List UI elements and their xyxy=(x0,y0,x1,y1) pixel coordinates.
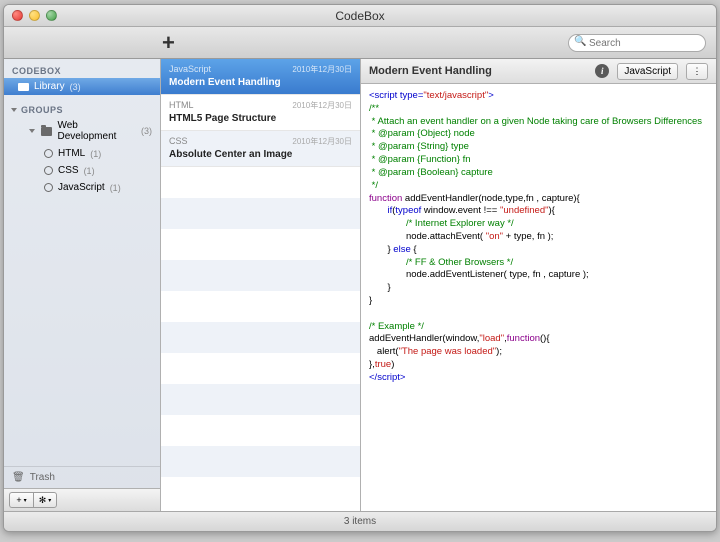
sidebar-tag-javascript[interactable]: JavaScript (1) xyxy=(4,179,160,196)
tag-count: (1) xyxy=(90,149,101,159)
info-icon[interactable]: i xyxy=(595,64,609,78)
snippet-lang: JavaScript xyxy=(169,64,211,75)
snippet-title: HTML5 Page Structure xyxy=(169,113,352,124)
tag-label: CSS xyxy=(58,165,79,176)
toolbar: + 🔍 xyxy=(4,27,716,59)
snippet-item[interactable]: JavaScript 2010年12月30日 Modern Event Handl… xyxy=(161,59,360,95)
close-button[interactable] xyxy=(12,10,23,21)
app-window: CodeBox + 🔍 CODEBOX Library (3) GROUPS xyxy=(3,4,717,532)
search-icon: 🔍 xyxy=(574,36,586,47)
language-selector[interactable]: JavaScript xyxy=(617,63,678,80)
disclosure-icon[interactable] xyxy=(29,129,35,133)
sidebar-buttons: +▾ ✻▾ xyxy=(4,488,160,511)
snippet-date: 2010年12月30日 xyxy=(292,64,352,75)
content-title: Modern Event Handling xyxy=(369,65,587,77)
sidebar: CODEBOX Library (3) GROUPS Web Developme… xyxy=(4,59,161,511)
window-title: CodeBox xyxy=(4,9,716,23)
tag-icon xyxy=(44,149,53,158)
tag-count: (1) xyxy=(110,183,121,193)
sidebar-tag-css[interactable]: CSS (1) xyxy=(4,162,160,179)
list-row xyxy=(161,291,360,322)
tag-count: (1) xyxy=(84,166,95,176)
disclosure-icon[interactable] xyxy=(11,108,17,112)
list-row xyxy=(161,415,360,446)
folder-icon xyxy=(41,127,52,136)
sidebar-group-webdev[interactable]: Web Development (3) xyxy=(4,117,160,145)
status-bar: 3 items xyxy=(4,511,716,531)
trash-label: Trash xyxy=(30,472,55,483)
sidebar-tag-html[interactable]: HTML (1) xyxy=(4,145,160,162)
list-row xyxy=(161,167,360,198)
library-label: Library xyxy=(34,81,65,92)
language-label: JavaScript xyxy=(624,66,671,77)
library-icon xyxy=(18,83,29,91)
sidebar-main: CODEBOX Library (3) GROUPS Web Developme… xyxy=(4,59,160,466)
search-field: 🔍 xyxy=(568,33,706,53)
item-count: 3 items xyxy=(344,516,376,527)
snippet-title: Modern Event Handling xyxy=(169,77,352,88)
sidebar-item-trash[interactable]: 🗑 Trash xyxy=(4,466,160,488)
tag-icon xyxy=(44,183,53,192)
sidebar-header-groups: GROUPS xyxy=(4,101,160,117)
code-editor[interactable]: <script type="text/javascript"> /** * At… xyxy=(361,84,716,511)
snippet-title: Absolute Center an Image xyxy=(169,149,352,160)
group-label: Web Development xyxy=(57,120,136,142)
group-count: (3) xyxy=(141,126,152,136)
snippet-item[interactable]: CSS 2010年12月30日 Absolute Center an Image xyxy=(161,131,360,167)
snippet-list: JavaScript 2010年12月30日 Modern Event Handl… xyxy=(161,59,361,511)
trash-icon: 🗑 xyxy=(12,472,25,483)
sidebar-add-button[interactable]: +▾ xyxy=(9,492,33,508)
tag-label: HTML xyxy=(58,148,85,159)
sidebar-item-library[interactable]: Library (3) xyxy=(4,78,160,95)
content-pane: Modern Event Handling i JavaScript ⋮ <sc… xyxy=(361,59,716,511)
list-row xyxy=(161,229,360,260)
traffic-lights xyxy=(12,10,57,21)
list-row xyxy=(161,446,360,477)
sidebar-gear-button[interactable]: ✻▾ xyxy=(33,492,57,508)
list-row xyxy=(161,198,360,229)
list-row xyxy=(161,384,360,415)
zoom-button[interactable] xyxy=(46,10,57,21)
search-input[interactable] xyxy=(568,34,706,52)
content-header: Modern Event Handling i JavaScript ⋮ xyxy=(361,59,716,84)
list-row xyxy=(161,260,360,291)
add-button[interactable]: + xyxy=(162,32,175,54)
list-row xyxy=(161,353,360,384)
minimize-button[interactable] xyxy=(29,10,40,21)
tag-label: JavaScript xyxy=(58,182,105,193)
snippet-item[interactable]: HTML 2010年12月30日 HTML5 Page Structure xyxy=(161,95,360,131)
snippet-lang: HTML xyxy=(169,100,194,111)
snippet-date: 2010年12月30日 xyxy=(292,100,352,111)
main-body: CODEBOX Library (3) GROUPS Web Developme… xyxy=(4,59,716,511)
list-row xyxy=(161,322,360,353)
tag-icon xyxy=(44,166,53,175)
sidebar-header-codebox: CODEBOX xyxy=(4,62,160,78)
snippet-lang: CSS xyxy=(169,136,188,147)
library-count: (3) xyxy=(70,82,81,92)
titlebar: CodeBox xyxy=(4,5,716,27)
snippet-date: 2010年12月30日 xyxy=(292,136,352,147)
gear-dropdown[interactable]: ⋮ xyxy=(686,63,708,80)
